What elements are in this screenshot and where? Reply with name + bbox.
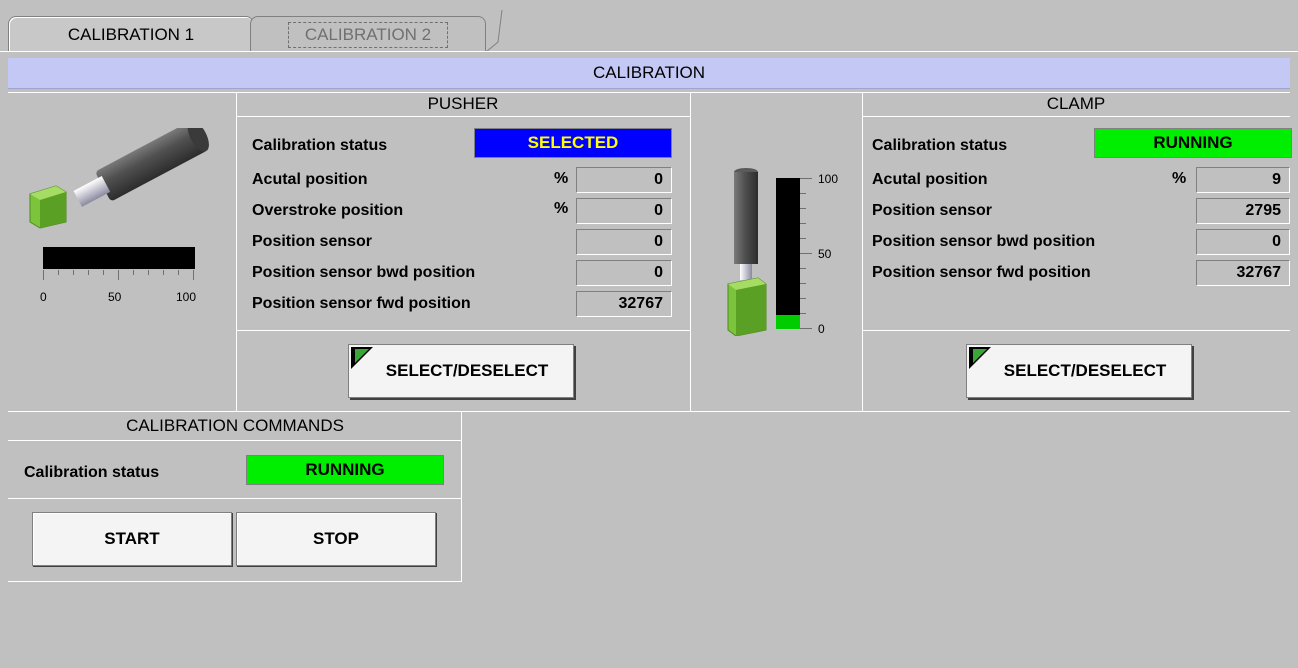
pusher-row-label: Acutal position <box>252 171 368 188</box>
pusher-row-value: 0 <box>576 260 672 286</box>
clamp-title: CLAMP <box>1046 94 1106 113</box>
button-corner-icon <box>351 347 373 369</box>
pusher-row-label: Position sensor bwd position <box>252 264 476 281</box>
clamp-select-deselect-button[interactable]: SELECT/DESELECT <box>966 344 1192 398</box>
pusher-row-label: Overstroke position <box>252 202 404 219</box>
clamp-row-value: 0 <box>1196 229 1290 255</box>
divider <box>690 92 691 412</box>
commands-status-badge: RUNNING <box>246 455 444 485</box>
pusher-status-badge: SELECTED <box>474 128 672 158</box>
clamp-position-bar <box>776 178 800 329</box>
pusher-row-unit: % <box>554 200 569 217</box>
tab-label: CALIBRATION 2 <box>287 21 449 48</box>
clamp-row-label: Position sensor bwd position <box>872 233 1096 250</box>
clamp-row-label: Acutal position <box>872 171 988 188</box>
pusher-row-label: Position sensor fwd position <box>252 295 471 312</box>
pusher-actuator-icon <box>29 128 209 229</box>
page-title: CALIBRATION <box>8 58 1290 89</box>
pusher-row-value: 0 <box>576 198 672 224</box>
clamp-actuator-icon <box>727 168 767 336</box>
clamp-status-badge: RUNNING <box>1094 128 1292 158</box>
pusher-title: PUSHER <box>427 94 499 113</box>
pusher-select-deselect-button[interactable]: SELECT/DESELECT <box>348 344 574 398</box>
clamp-status-label: Calibration status <box>872 137 1008 154</box>
divider <box>862 116 1290 117</box>
commands-status-label: Calibration status <box>24 464 160 481</box>
divider <box>862 92 863 412</box>
divider <box>236 116 690 117</box>
clamp-row-value: 2795 <box>1196 198 1290 224</box>
tab-calibration-2[interactable]: CALIBRATION 2 <box>250 16 486 52</box>
clamp-position-bar-fill <box>776 315 800 329</box>
tab-divider <box>0 51 1298 52</box>
pusher-status-label: Calibration status <box>252 137 388 154</box>
divider <box>8 498 462 499</box>
tab-edge-decoration <box>485 9 503 52</box>
page-title-text: CALIBRATION <box>592 63 706 82</box>
tab-calibration-1[interactable]: CALIBRATION 1 <box>8 16 254 52</box>
button-label: SELECT/DESELECT <box>385 361 549 380</box>
stop-button[interactable]: STOP <box>236 512 436 566</box>
divider <box>8 440 462 441</box>
scale-tick-label: 0 <box>818 322 825 336</box>
clamp-row-value: 9 <box>1196 167 1290 193</box>
pusher-row-unit: % <box>554 170 569 187</box>
pusher-row-value: 32767 <box>576 291 672 317</box>
scale-tick-label: 100 <box>176 290 197 304</box>
clamp-row-label: Position sensor <box>872 202 993 219</box>
pusher-row-value: 0 <box>576 167 672 193</box>
clamp-row-unit: % <box>1172 170 1187 187</box>
divider <box>8 92 1290 93</box>
button-label: STOP <box>313 529 359 548</box>
scale-tick-label: 50 <box>818 247 832 261</box>
clamp-row-value: 32767 <box>1196 260 1290 286</box>
pusher-row-label: Position sensor <box>252 233 373 250</box>
tab-label: CALIBRATION 1 <box>67 24 195 44</box>
button-corner-icon <box>969 347 991 369</box>
pusher-bar-scale <box>43 270 194 280</box>
button-label: SELECT/DESELECT <box>1003 361 1167 380</box>
pusher-row-value: 0 <box>576 229 672 255</box>
divider <box>862 330 1290 331</box>
pusher-position-bar <box>43 247 195 269</box>
scale-tick-label: 50 <box>108 290 122 304</box>
divider <box>236 330 690 331</box>
commands-title: CALIBRATION COMMANDS <box>126 416 344 435</box>
clamp-row-label: Position sensor fwd position <box>872 264 1091 281</box>
divider <box>236 92 237 412</box>
scale-tick-label: 100 <box>818 172 839 186</box>
scale-tick-label: 0 <box>40 290 47 304</box>
clamp-bar-scale <box>800 178 812 329</box>
button-label: START <box>104 529 160 548</box>
start-button[interactable]: START <box>32 512 232 566</box>
